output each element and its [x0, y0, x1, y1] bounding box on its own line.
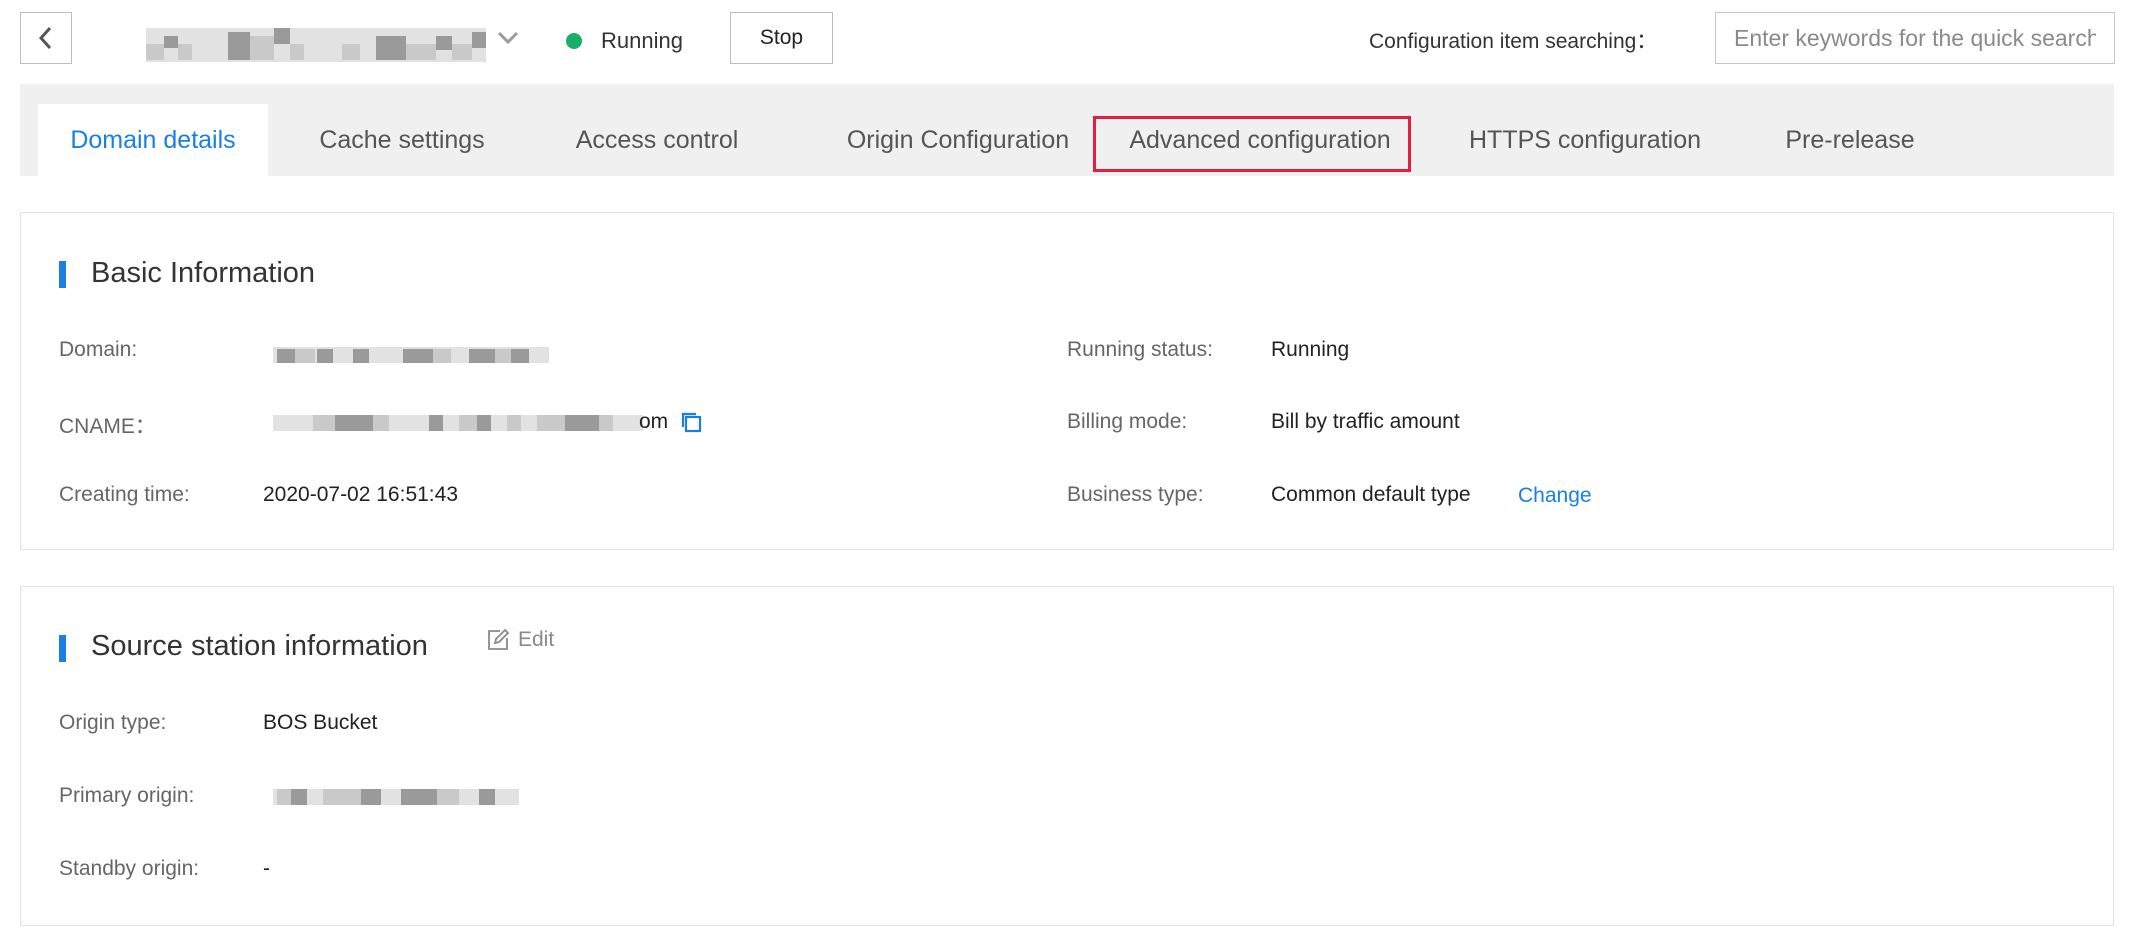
tab-https-configuration[interactable]: HTTPS configuration [1440, 104, 1730, 176]
tab-pre-release[interactable]: Pre-release [1760, 104, 1940, 176]
chevron-left-icon [38, 26, 52, 50]
redacted-domain-value [273, 347, 553, 365]
domain-label: Domain: [59, 338, 138, 361]
tab-label: HTTPS configuration [1468, 125, 1702, 154]
tab-bar: Domain details Cache settings Access con… [20, 84, 2114, 176]
business-type-value: Common default type [1271, 483, 1471, 506]
cname-label: CNAME： [59, 415, 156, 438]
tab-domain-details[interactable]: Domain details [38, 104, 268, 176]
tab-label: Domain details [70, 125, 236, 154]
search-input[interactable] [1715, 12, 2115, 64]
origin-type-label: Origin type: [59, 711, 167, 734]
search-label: Configuration item searching： [1369, 30, 1658, 53]
tab-advanced-configuration[interactable]: Advanced configuration [1110, 104, 1410, 176]
redacted-primary-origin-value [273, 789, 533, 807]
tab-cache-settings[interactable]: Cache settings [290, 104, 514, 176]
stop-button[interactable]: Stop [730, 12, 833, 64]
copy-icon[interactable] [679, 410, 703, 434]
redacted-cname-value [273, 415, 653, 433]
chevron-down-icon [497, 31, 519, 45]
creating-time-label: Creating time: [59, 483, 190, 506]
tab-label: Access control [575, 125, 739, 154]
tab-label: Pre-release [1785, 125, 1915, 154]
business-type-label: Business type: [1067, 483, 1204, 506]
edit-icon [488, 628, 510, 650]
section-accent-bar [59, 635, 66, 662]
tab-label: Cache settings [319, 125, 485, 154]
running-status-dot [566, 33, 582, 49]
running-status-label: Running status: [1067, 338, 1213, 361]
change-business-type-link[interactable]: Change [1518, 484, 1592, 508]
back-button[interactable] [20, 12, 72, 64]
billing-mode-label: Billing mode: [1067, 410, 1188, 433]
basic-information-title: Basic Information [91, 257, 316, 289]
creating-time-value: 2020-07-02 16:51:43 [263, 483, 458, 506]
origin-type-value: BOS Bucket [263, 711, 378, 734]
tab-access-control[interactable]: Access control [540, 104, 774, 176]
standby-origin-label: Standby origin: [59, 857, 200, 880]
edit-source-button[interactable]: Edit [486, 628, 554, 652]
domain-select[interactable] [146, 26, 522, 66]
source-station-panel: Source station information Edit Origin t… [20, 586, 2114, 926]
billing-mode-value: Bill by traffic amount [1271, 410, 1460, 433]
basic-information-panel: Basic Information Domain: CNAME： om Crea… [20, 212, 2114, 550]
section-accent-bar [59, 261, 66, 288]
tab-label: Advanced configuration [1129, 125, 1391, 154]
running-status-value: Running [1271, 338, 1350, 361]
cname-suffix: om [639, 410, 669, 433]
source-station-title: Source station information [91, 630, 428, 662]
standby-origin-value: - [263, 857, 270, 880]
primary-origin-label: Primary origin: [59, 784, 195, 807]
running-status-text: Running [601, 28, 683, 53]
tab-label: Origin Configuration [846, 125, 1070, 154]
edit-label: Edit [518, 628, 555, 651]
top-bar: Running Stop Configuration item searchin… [0, 0, 2134, 84]
tab-origin-configuration[interactable]: Origin Configuration [802, 104, 1114, 176]
